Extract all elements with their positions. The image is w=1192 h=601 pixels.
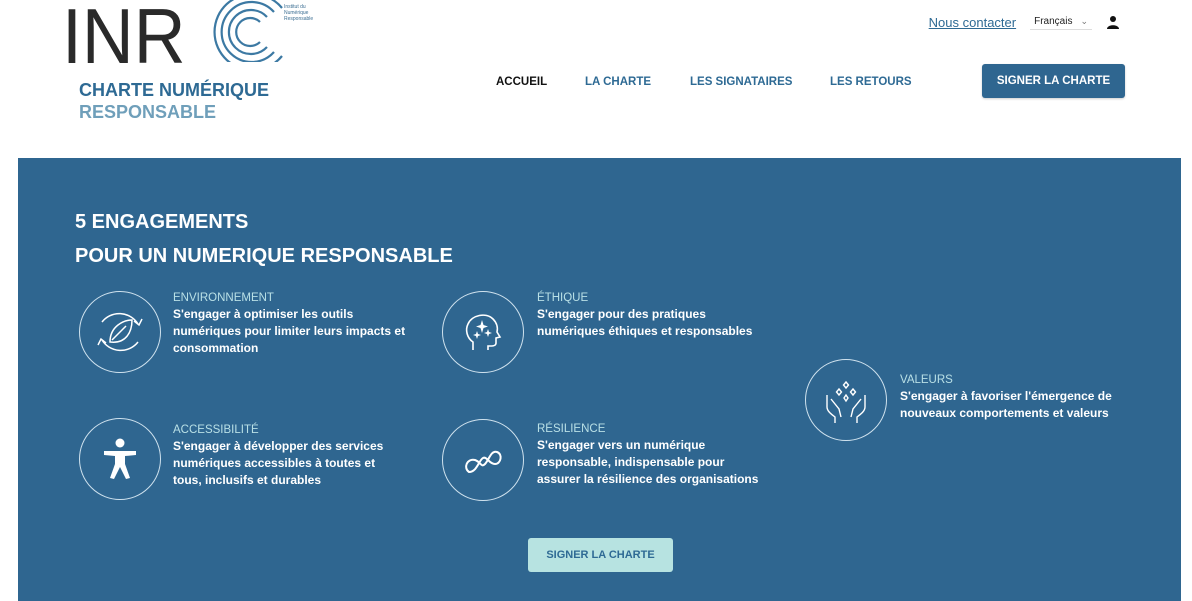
language-select[interactable]: Français ⌄ — [1030, 14, 1092, 30]
nav-item-les-signataires[interactable]: LES SIGNATAIRES — [690, 76, 792, 88]
engagement-description: S'engager vers un numérique responsable,… — [537, 438, 759, 486]
inr-logo-letters: INR — [62, 0, 186, 80]
engagement-title: RÉSILIENCE — [537, 423, 606, 435]
brand-subtitle: RESPONSABLE — [79, 102, 217, 122]
contact-link[interactable]: Nous contacter — [929, 15, 1016, 30]
engagements-section: 5 ENGAGEMENTS POUR UN NUMERIQUE RESPONSA… — [18, 158, 1181, 601]
user-icon[interactable] — [1106, 15, 1120, 29]
engagement-description: S'engager à développer des services numé… — [173, 439, 384, 487]
engagement-title: ENVIRONNEMENT — [173, 292, 274, 304]
inr-logo[interactable]: INR Institut du Numérique Responsable — [62, 0, 313, 80]
infinity-loop-icon — [442, 419, 524, 501]
top-utility-bar: Nous contacter Français ⌄ — [929, 14, 1120, 30]
nav-item-la-charte[interactable]: LA CHARTE — [585, 76, 651, 88]
engagement-description: S'engager à favoriser l'émergence de nou… — [900, 389, 1112, 420]
hands-sparkle-icon — [805, 359, 887, 441]
nav-item-accueil[interactable]: ACCUEIL — [496, 76, 547, 88]
nav-item-les-retours[interactable]: LES RETOURS — [830, 76, 912, 88]
brand-title: CHARTE NUMÉRIQUE — [79, 80, 270, 100]
site-header: INR Institut du Numérique Responsable CH… — [0, 0, 1192, 158]
sign-charter-button[interactable]: SIGNER LA CHARTE — [982, 64, 1125, 98]
language-value: Français — [1034, 16, 1073, 27]
section-title: 5 ENGAGEMENTS POUR UN NUMERIQUE RESPONSA… — [75, 211, 453, 267]
engagement-description: S'engager pour des pratiques numériques … — [537, 307, 753, 338]
leaf-cycle-icon — [79, 291, 161, 373]
chevron-down-icon: ⌄ — [1080, 16, 1088, 26]
engagement-description: S'engager à optimiser les outils numériq… — [173, 307, 406, 355]
spiral-logo-icon — [213, 0, 283, 62]
sign-charter-hero-button[interactable]: SIGNER LA CHARTE — [528, 538, 673, 572]
accessibility-person-icon — [79, 418, 161, 500]
engagement-title: ACCESSIBILITÉ — [173, 424, 259, 436]
engagement-title: ÉTHIQUE — [537, 292, 589, 304]
head-sparkle-icon — [442, 291, 524, 373]
engagement-title: VALEURS — [900, 374, 953, 386]
institute-name: Institut du Numérique Responsable — [284, 4, 314, 22]
